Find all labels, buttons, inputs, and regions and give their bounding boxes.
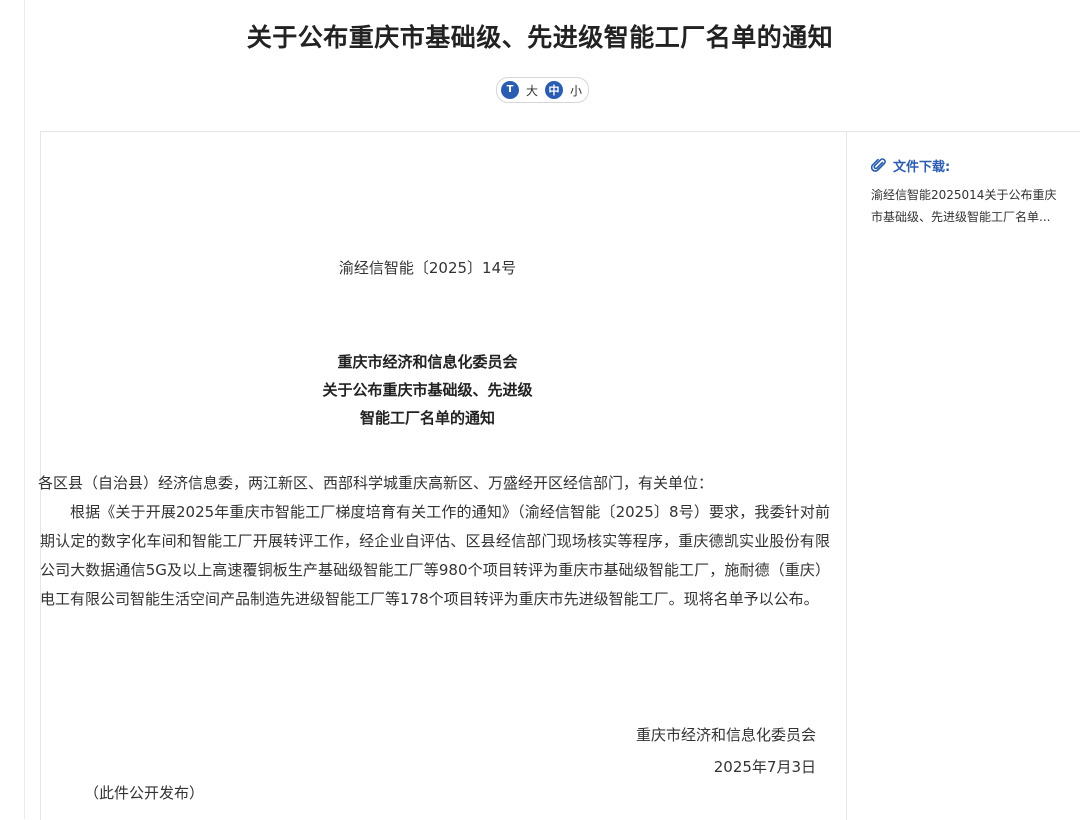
signoff-organization: 重庆市经济和信息化委员会 [635,726,816,744]
document-signoff: 重庆市经济和信息化委员会 2025年7月3日 [560,719,816,783]
document-number: 渝经信智能〔2025〕14号 [338,259,517,277]
document-heading-line-3: 智能工厂名单的通知 [359,409,495,427]
page-title: 关于公布重庆市基础级、先进级智能工厂名单的通知 [246,23,834,52]
signoff-date: 2025年7月3日 [713,758,816,776]
document-addressee: 各区县（自治县）经济信息委，两江新区、西部科学城重庆高新区、万盛经开区经信部门，… [38,474,714,492]
font-size-icon: T [501,81,519,99]
document-heading: 重庆市经济和信息化委员会 关于公布重庆市基础级、先进级 智能工厂名单的通知 [40,348,815,432]
download-file-link[interactable]: 渝经信智能2025014关于公布重庆市基础级、先进级智能工厂名单... [871,184,1066,228]
download-section-title: 文件下载: [871,156,950,175]
font-size-medium-option[interactable]: 中 [545,81,564,99]
document-heading-line-2: 关于公布重庆市基础级、先进级 [322,381,533,399]
paperclip-icon [871,157,886,172]
document-heading-line-1: 重庆市经济和信息化委员会 [337,353,518,371]
font-size-large-option[interactable]: 大 [526,82,538,99]
page-left-divider [24,0,25,819]
font-size-small-option[interactable]: 小 [570,82,582,99]
content-sidebar-divider [846,132,847,820]
download-section-label: 文件下载: [893,160,951,175]
publish-note: （此件公开发布） [84,784,205,802]
font-size-switcher: T 大 中 小 [496,77,590,103]
document-body-text: 根据《关于开展2025年重庆市智能工厂梯度培育有关工作的通知》（渝经信智能〔20… [40,503,830,608]
